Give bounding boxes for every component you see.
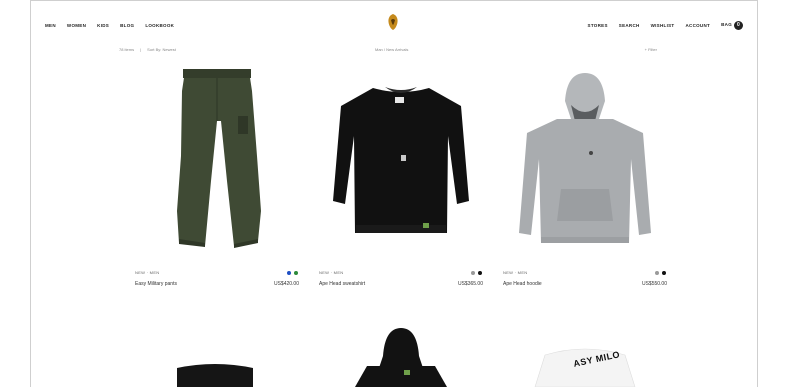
product-name[interactable]: Easy Military pants <box>135 281 177 287</box>
color-swatch-black[interactable] <box>662 271 666 275</box>
utility-nav: STORES SEARCH WISHLIST ACCOUNT BAG 0 <box>588 21 743 30</box>
bag-label: BAG <box>721 22 732 27</box>
brand-logo-icon[interactable] <box>388 14 398 30</box>
nav-blog[interactable]: BLOG <box>120 23 134 28</box>
color-swatch-grey[interactable] <box>655 271 659 275</box>
product-card[interactable] <box>127 356 305 387</box>
product-card[interactable]: ASY MILO <box>495 341 673 387</box>
tee-image[interactable]: ASY MILO <box>495 341 673 387</box>
product-price: US$365.00 <box>457 281 483 287</box>
breadcrumb[interactable]: Man / New Arrivals <box>375 47 408 52</box>
product-name[interactable]: Ape Head hoodie <box>503 281 542 287</box>
sweatshirt-image[interactable] <box>311 61 489 251</box>
top-navigation: MEN WOMEN KIDS BLOG LOOKBOOK STORES SEAR… <box>31 1 757 45</box>
product-meta: NEW · MEN <box>319 270 344 275</box>
nav-stores[interactable]: STORES <box>588 23 608 28</box>
bag-count-badge: 0 <box>734 21 743 30</box>
nav-search[interactable]: SEARCH <box>619 23 640 28</box>
zip-hoodie-image[interactable] <box>311 326 489 387</box>
color-swatch-green[interactable] <box>294 271 298 275</box>
nav-wishlist[interactable]: WISHLIST <box>651 23 675 28</box>
product-price: US$420.00 <box>273 281 299 287</box>
item-count: 78 items <box>119 47 135 52</box>
filter-button[interactable]: + Filter <box>645 47 657 52</box>
nav-account[interactable]: ACCOUNT <box>685 23 710 28</box>
pants-image[interactable] <box>127 61 305 251</box>
hoodie-image[interactable] <box>495 61 673 251</box>
color-swatch-black[interactable] <box>478 271 482 275</box>
product-name[interactable]: Ape Head sweatshirt <box>319 281 365 287</box>
product-price: US$550.00 <box>641 281 667 287</box>
color-swatch-blue[interactable] <box>287 271 291 275</box>
color-swatch-grey[interactable] <box>471 271 475 275</box>
bag-button[interactable]: BAG 0 <box>721 21 743 30</box>
nav-women[interactable]: WOMEN <box>67 23 86 28</box>
nav-kids[interactable]: KIDS <box>97 23 109 28</box>
toolbar-divider: | <box>140 47 142 52</box>
product-meta: NEW · MEN <box>503 270 528 275</box>
page-frame: MEN WOMEN KIDS BLOG LOOKBOOK STORES SEAR… <box>30 0 758 387</box>
beanie-image[interactable] <box>127 356 305 387</box>
sort-dropdown[interactable]: Sort By: Newest <box>147 47 176 52</box>
product-card[interactable] <box>311 326 489 387</box>
nav-men[interactable]: MEN <box>45 23 56 28</box>
listing-toolbar: 78 items | Sort By: Newest Man / New Arr… <box>31 45 757 55</box>
primary-nav: MEN WOMEN KIDS BLOG LOOKBOOK <box>45 23 174 28</box>
product-meta: NEW · MEN <box>135 270 160 275</box>
nav-lookbook[interactable]: LOOKBOOK <box>145 23 174 28</box>
